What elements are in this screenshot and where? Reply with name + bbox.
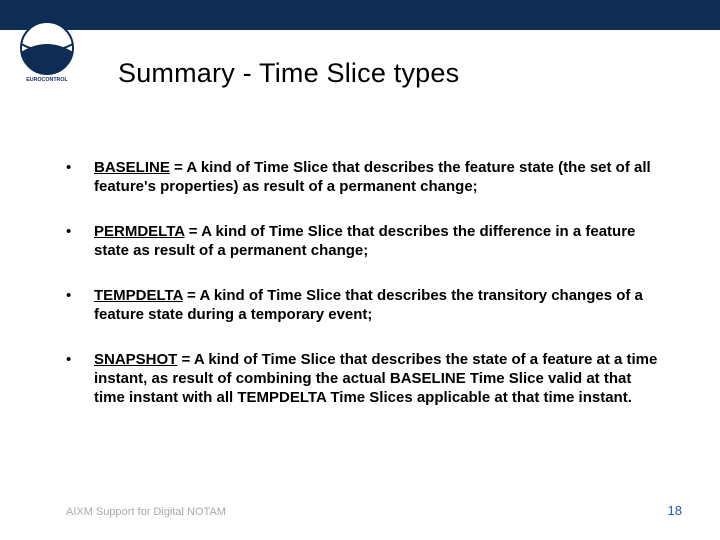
bullet-text: BASELINE = A kind of Time Slice that des… [94, 158, 660, 196]
bullet-list: • BASELINE = A kind of Time Slice that d… [66, 158, 660, 433]
bullet-icon: • [66, 350, 94, 407]
separator: = [177, 351, 194, 368]
bullet-icon: • [66, 286, 94, 324]
term: SNAPSHOT [94, 351, 177, 368]
separator: = [185, 223, 202, 240]
separator: = [183, 287, 200, 304]
list-item: • BASELINE = A kind of Time Slice that d… [66, 158, 660, 196]
term: TEMPDELTA [94, 287, 183, 304]
bullet-text: PERMDELTA = A kind of Time Slice that de… [94, 222, 660, 260]
svg-text:EUROCONTROL: EUROCONTROL [26, 77, 68, 83]
list-item: • TEMPDELTA = A kind of Time Slice that … [66, 286, 660, 324]
bullet-text: TEMPDELTA = A kind of Time Slice that de… [94, 286, 660, 324]
eurocontrol-logo: EUROCONTROL [14, 18, 80, 84]
title-bar [0, 0, 720, 30]
list-item: • PERMDELTA = A kind of Time Slice that … [66, 222, 660, 260]
slide-title: Summary - Time Slice types [118, 58, 459, 89]
bullet-icon: • [66, 222, 94, 260]
footer-text: AIXM Support for Digital NOTAM [66, 506, 226, 518]
list-item: • SNAPSHOT = A kind of Time Slice that d… [66, 350, 660, 407]
page-number: 18 [668, 503, 682, 518]
term: PERMDELTA [94, 223, 185, 240]
term: BASELINE [94, 159, 170, 176]
bullet-icon: • [66, 158, 94, 196]
separator: = [170, 159, 187, 176]
bullet-text: SNAPSHOT = A kind of Time Slice that des… [94, 350, 660, 407]
